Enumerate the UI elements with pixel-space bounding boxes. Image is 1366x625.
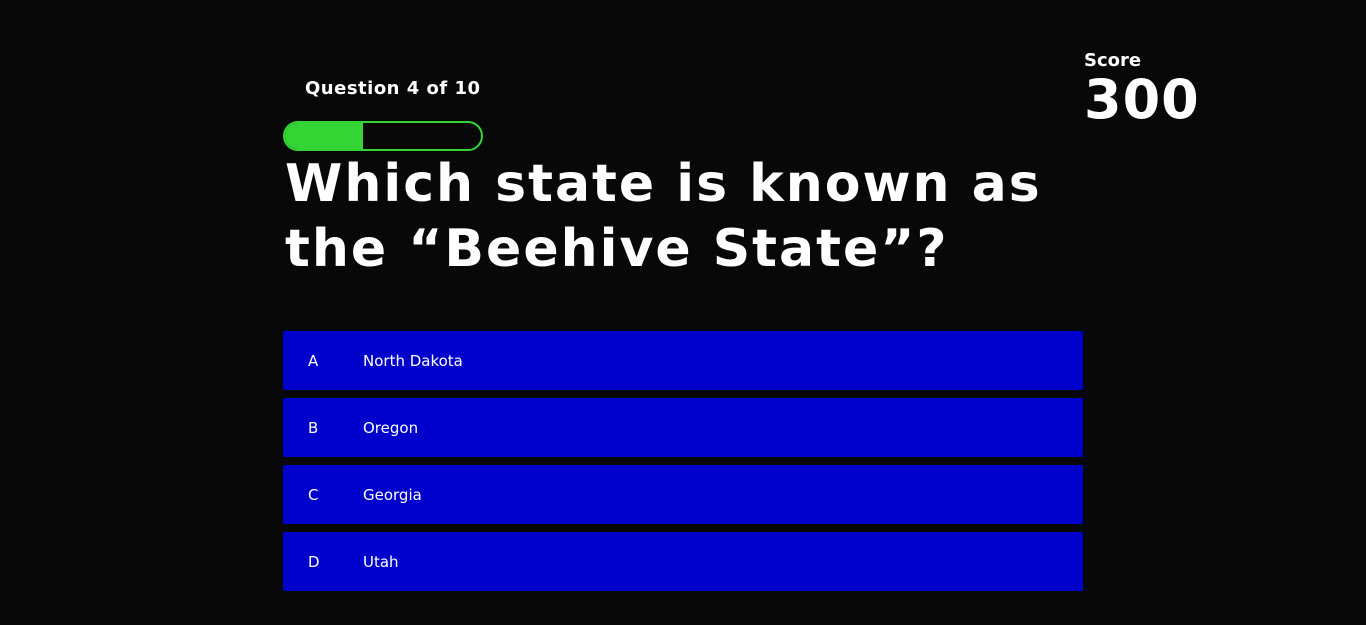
answer-letter: C [308,485,319,504]
answer-text: Utah [363,552,399,571]
answer-option-a[interactable]: A North Dakota [283,331,1083,390]
progress-bar [283,121,483,151]
answer-option-b[interactable]: B Oregon [283,398,1083,457]
question-counter: Question 4 of 10 [305,78,481,99]
progress-bar-fill [285,123,364,149]
answer-text: North Dakota [363,351,463,370]
answer-letter: D [308,552,320,571]
answer-option-c[interactable]: C Georgia [283,465,1083,524]
score-display: Score 300 [1084,50,1200,128]
answer-letter: A [308,351,319,370]
answer-letter: B [308,418,319,437]
answer-option-d[interactable]: D Utah [283,532,1083,591]
answer-list: A North Dakota B Oregon C Georgia D Utah [283,331,1083,599]
answer-text: Georgia [363,485,422,504]
answer-text: Oregon [363,418,419,437]
question-text: Which state is known as the “Beehive Sta… [285,154,1042,279]
score-value: 300 [1084,68,1200,131]
